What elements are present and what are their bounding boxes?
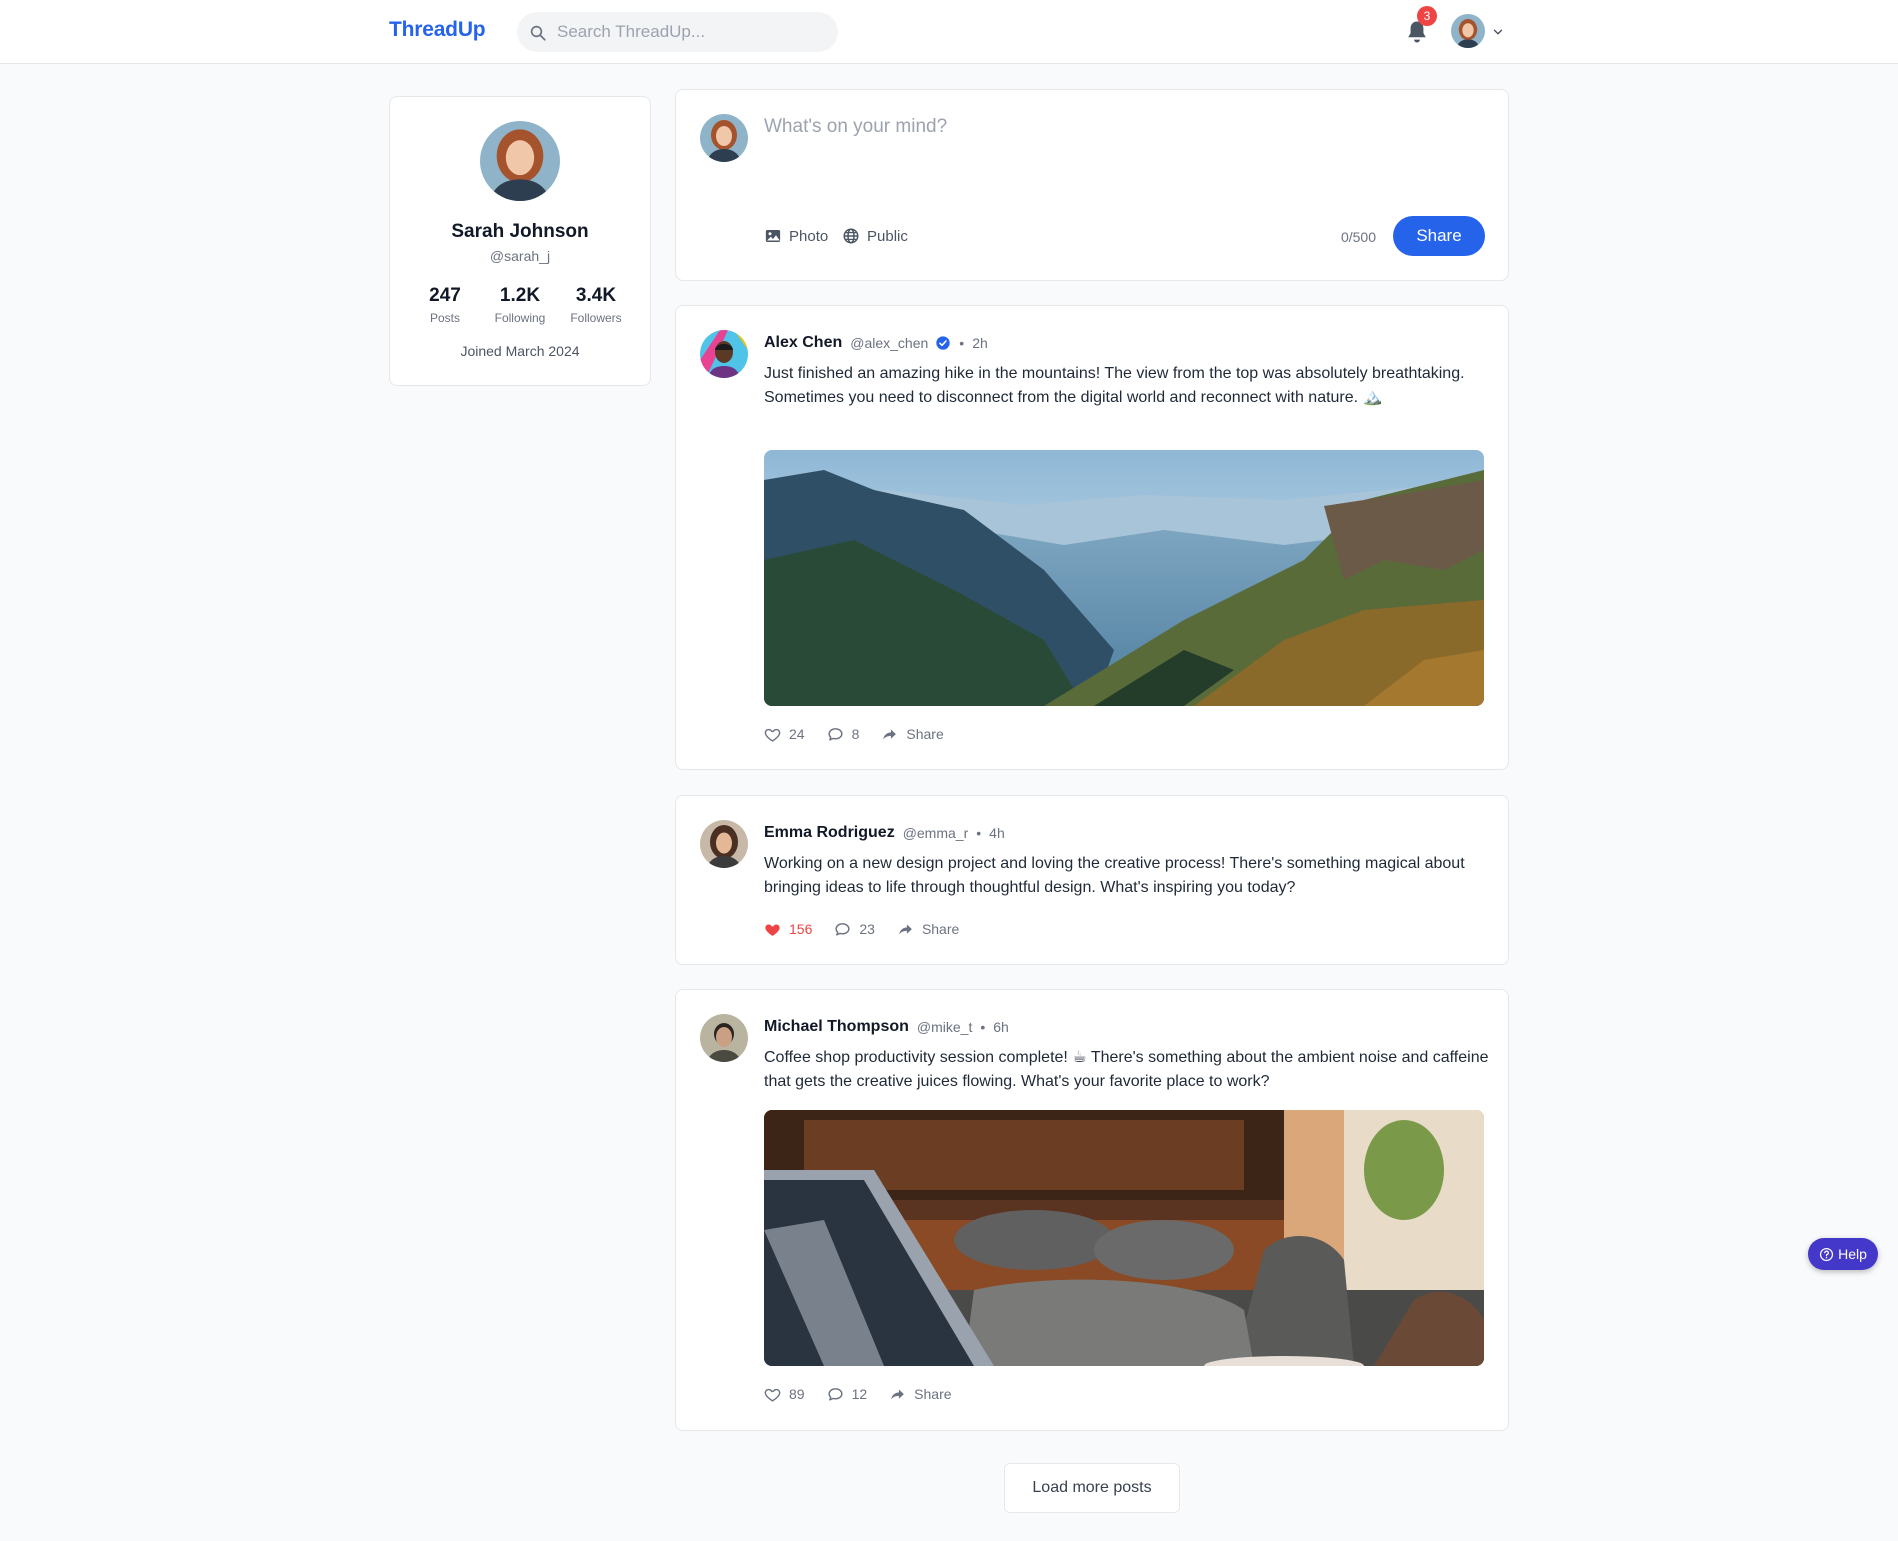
- profile-name[interactable]: Sarah Johnson: [390, 221, 650, 243]
- post-time[interactable]: 6h: [993, 1019, 1009, 1035]
- globe-icon: [843, 228, 859, 244]
- post-header: Alex Chen @alex_chen • 2h: [764, 332, 988, 354]
- post-actions: 156 23 Share: [764, 918, 981, 940]
- profile-joined-date: Joined March 2024: [460, 343, 580, 359]
- post-card: Emma Rodriguez @emma_r • 4h Working on a…: [675, 795, 1509, 965]
- share-label: Share: [906, 726, 944, 742]
- like-button[interactable]: 156: [764, 921, 812, 938]
- post-input[interactable]: [764, 116, 1484, 196]
- comment-count: 12: [851, 1386, 868, 1402]
- like-button[interactable]: 24: [764, 726, 805, 743]
- chevron-down-icon: [1493, 29, 1503, 35]
- like-count: 89: [789, 1386, 805, 1402]
- verified-badge-icon: [936, 336, 950, 350]
- stat-value: 3.4K: [575, 285, 617, 306]
- separator-dot: •: [959, 335, 965, 351]
- author-handle[interactable]: @mike_t: [917, 1019, 972, 1035]
- author-handle[interactable]: @alex_chen: [850, 335, 928, 351]
- load-more-button[interactable]: Load more posts: [1004, 1463, 1180, 1513]
- post-actions: 24 8 Share: [764, 723, 966, 745]
- image-icon: [765, 230, 781, 242]
- stat-posts[interactable]: 247 Posts: [405, 285, 485, 325]
- help-label: Help: [1838, 1246, 1867, 1262]
- post-image-mountains[interactable]: [764, 450, 1484, 706]
- separator-dot: •: [976, 825, 982, 841]
- share-button[interactable]: Share: [881, 726, 944, 743]
- share-icon: [889, 1386, 906, 1403]
- author-avatar[interactable]: [700, 330, 748, 378]
- visibility-button[interactable]: Public: [842, 226, 908, 246]
- stat-value: 247: [429, 285, 461, 306]
- top-navigation-bar: ThreadUp 3: [0, 0, 1898, 64]
- share-icon: [897, 921, 914, 938]
- help-button[interactable]: Help: [1808, 1238, 1878, 1270]
- share-button[interactable]: Share: [889, 1386, 952, 1403]
- comment-count: 8: [851, 726, 860, 742]
- profile-avatar[interactable]: [480, 121, 560, 201]
- comment-button[interactable]: 12: [827, 1386, 868, 1403]
- share-button[interactable]: Share: [897, 921, 959, 938]
- post-text: Working on a new design project and lovi…: [764, 855, 1465, 896]
- post-text: Coffee shop productivity session complet…: [764, 1049, 1489, 1090]
- profile-handle: @sarah_j: [489, 248, 551, 264]
- author-avatar[interactable]: [700, 820, 748, 868]
- separator-dot: •: [980, 1019, 986, 1035]
- post-composer: Photo Public 0/500 Share: [675, 89, 1509, 281]
- comment-icon: [827, 1386, 844, 1403]
- like-count: 156: [789, 921, 813, 937]
- heart-icon: [764, 1386, 781, 1403]
- search-bar[interactable]: [517, 12, 838, 52]
- post-text: Just finished an amazing hike in the mou…: [764, 365, 1465, 406]
- character-counter: 0/500: [1340, 229, 1376, 245]
- notification-badge: 3: [1417, 6, 1437, 26]
- stat-label: Posts: [429, 311, 460, 325]
- post-time[interactable]: 2h: [972, 335, 988, 351]
- app-logo[interactable]: ThreadUp: [389, 18, 486, 42]
- share-post-button[interactable]: Share: [1393, 216, 1485, 256]
- comment-icon: [827, 726, 844, 743]
- avatar: [700, 114, 748, 162]
- profile-card: Sarah Johnson @sarah_j 247 Posts 1.2K Fo…: [389, 96, 651, 386]
- post-time[interactable]: 4h: [989, 825, 1005, 841]
- post-card: Michael Thompson @mike_t • 6h Coffee sho…: [675, 989, 1509, 1431]
- photo-button[interactable]: Photo: [764, 226, 828, 246]
- share-label: Share: [921, 921, 960, 937]
- comment-count: 23: [859, 921, 875, 937]
- author-handle[interactable]: @emma_r: [903, 825, 969, 841]
- comment-button[interactable]: 8: [827, 726, 860, 743]
- photo-label: Photo: [789, 227, 829, 245]
- avatar: [1451, 14, 1485, 48]
- search-input[interactable]: [557, 12, 827, 52]
- author-name[interactable]: Alex Chen: [764, 334, 842, 352]
- search-icon: [530, 25, 546, 41]
- heart-filled-icon: [764, 921, 781, 938]
- stat-following[interactable]: 1.2K Following: [480, 285, 560, 325]
- post-card: Alex Chen @alex_chen • 2h Just finished …: [675, 305, 1509, 770]
- comment-icon: [834, 921, 851, 938]
- user-menu[interactable]: [1451, 14, 1509, 50]
- like-button[interactable]: 89: [764, 1386, 805, 1403]
- comment-button[interactable]: 23: [834, 921, 875, 938]
- post-header: Emma Rodriguez @emma_r • 4h: [764, 822, 1005, 844]
- like-count: 24: [789, 726, 805, 742]
- post-header: Michael Thompson @mike_t • 6h: [764, 1016, 1009, 1038]
- heart-icon: [764, 726, 781, 743]
- post-actions: 89 12 Share: [764, 1383, 974, 1405]
- stat-value: 1.2K: [499, 285, 541, 306]
- public-label: Public: [867, 227, 908, 245]
- author-name[interactable]: Emma Rodriguez: [764, 824, 895, 842]
- share-icon: [881, 726, 898, 743]
- help-icon: [1820, 1247, 1834, 1261]
- share-label: Share: [914, 1386, 952, 1402]
- author-avatar[interactable]: [700, 1014, 748, 1062]
- post-image-coffee-shop[interactable]: [764, 1110, 1484, 1366]
- stat-followers[interactable]: 3.4K Followers: [556, 285, 636, 325]
- stat-label: Followers: [570, 311, 622, 325]
- author-name[interactable]: Michael Thompson: [764, 1018, 909, 1036]
- stat-label: Following: [494, 311, 546, 325]
